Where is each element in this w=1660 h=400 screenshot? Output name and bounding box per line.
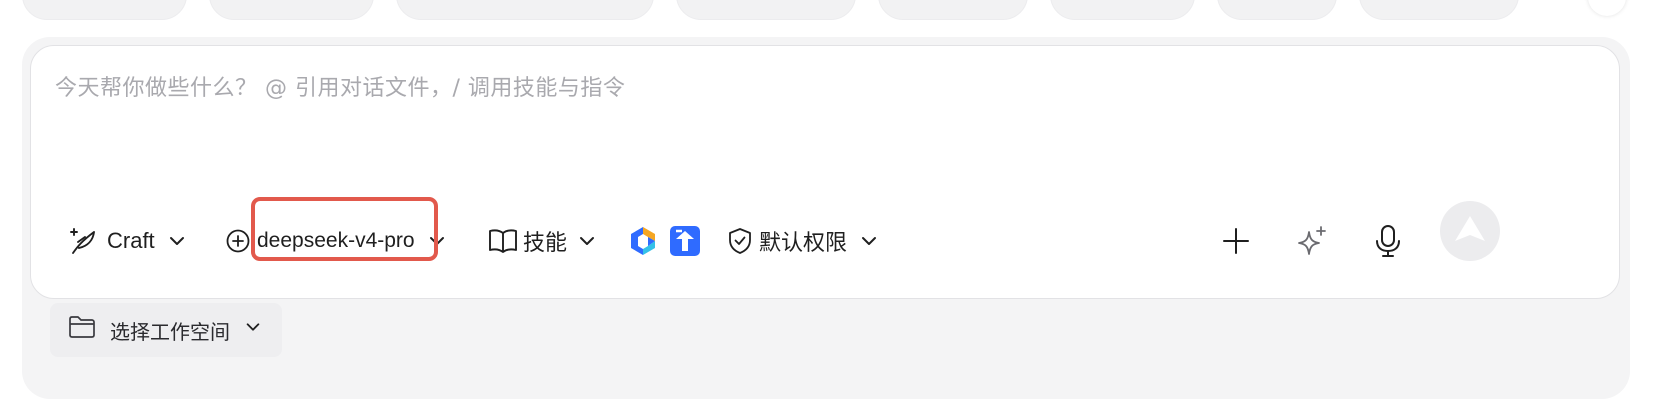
model-highlight-box bbox=[251, 197, 438, 261]
quick-chip[interactable] bbox=[1050, 0, 1195, 20]
quick-chip[interactable] bbox=[878, 0, 1028, 20]
quill-sparkle-icon bbox=[69, 226, 99, 256]
quick-chip[interactable] bbox=[22, 0, 187, 20]
hexagon-app-icon bbox=[628, 225, 658, 257]
folder-icon bbox=[68, 314, 96, 346]
skills-label: 技能 bbox=[523, 231, 568, 256]
sparkle-icon bbox=[1295, 224, 1329, 258]
chip-scroll-button[interactable] bbox=[1588, 0, 1626, 16]
voice-input-button[interactable] bbox=[1373, 206, 1403, 276]
quick-chip[interactable] bbox=[1359, 0, 1519, 20]
workspace-selector[interactable]: 选择工作空间 bbox=[50, 303, 282, 357]
quick-chip[interactable] bbox=[396, 0, 654, 20]
send-button[interactable] bbox=[1440, 201, 1500, 261]
arrow-app-icon bbox=[669, 225, 701, 257]
enhance-prompt-button[interactable] bbox=[1295, 206, 1329, 276]
shield-check-icon bbox=[727, 227, 753, 255]
circle-plus-icon bbox=[225, 228, 251, 254]
mode-label: Craft bbox=[107, 228, 155, 253]
permission-selector[interactable]: 默认权限 bbox=[727, 206, 879, 276]
send-arrow-icon bbox=[1453, 214, 1487, 249]
connected-app-hex[interactable] bbox=[628, 206, 658, 276]
plus-icon bbox=[1221, 226, 1251, 256]
workspace-label: 选择工作空间 bbox=[110, 319, 230, 344]
skills-selector[interactable]: 技能 bbox=[487, 206, 597, 276]
connected-app-arrow[interactable] bbox=[669, 206, 701, 276]
microphone-icon bbox=[1373, 224, 1403, 258]
chevron-down-icon bbox=[244, 318, 262, 342]
quick-chip-row bbox=[22, 0, 1519, 20]
chevron-down-icon bbox=[167, 231, 187, 251]
prompt-input[interactable]: 今天帮你做些什么？ @ 引用对话文件，/ 调用技能与指令 bbox=[55, 70, 625, 102]
quick-chip[interactable] bbox=[209, 0, 374, 20]
chevron-down-icon bbox=[859, 231, 879, 251]
quick-chip[interactable] bbox=[1217, 0, 1337, 20]
open-book-icon bbox=[487, 227, 519, 255]
add-attachment-button[interactable] bbox=[1221, 206, 1251, 276]
permission-label: 默认权限 bbox=[759, 231, 848, 256]
quick-chip[interactable] bbox=[676, 0, 856, 20]
mode-selector[interactable]: Craft bbox=[69, 206, 187, 276]
chevron-down-icon bbox=[577, 231, 597, 251]
